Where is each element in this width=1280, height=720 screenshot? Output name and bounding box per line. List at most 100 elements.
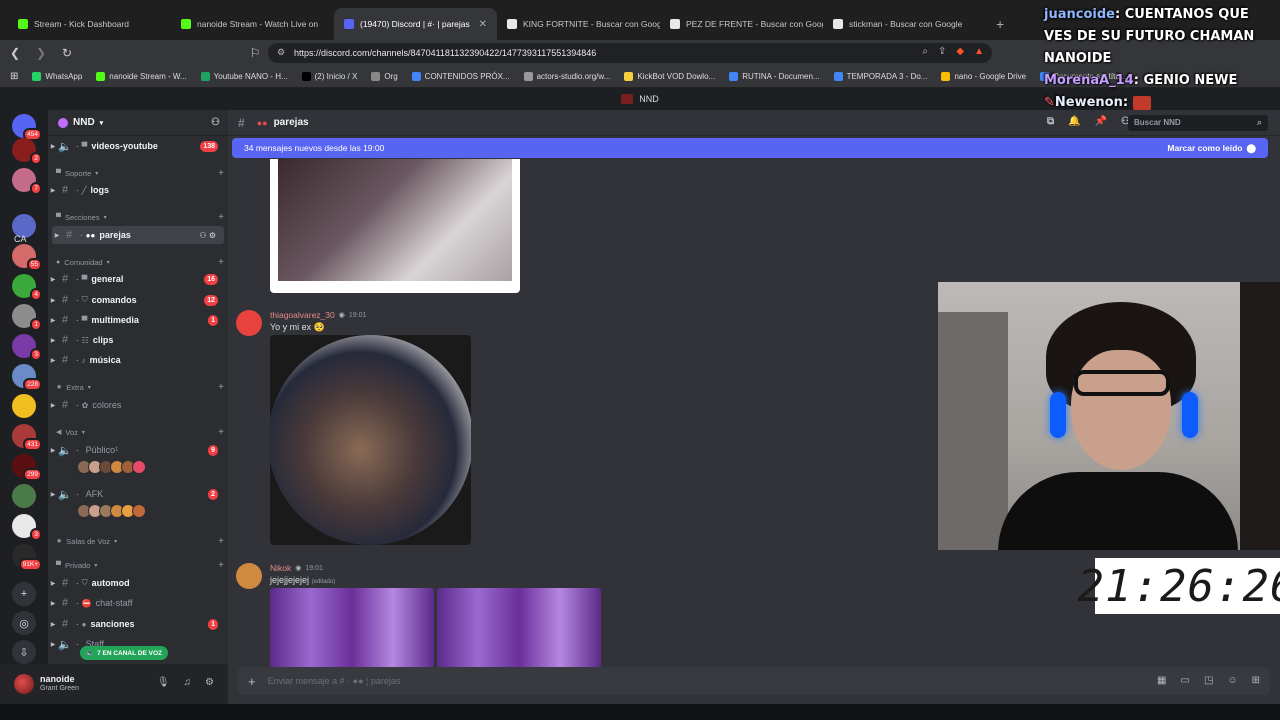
back-icon[interactable]: ❮ — [8, 46, 22, 60]
forward-icon[interactable]: ❯ — [34, 46, 48, 60]
message-image[interactable] — [270, 159, 520, 293]
server-folder-label[interactable]: CA — [14, 234, 27, 244]
server-icon[interactable]: 228 — [12, 364, 42, 391]
message-image[interactable] — [437, 588, 601, 668]
channel-item[interactable]: ▶ # · ✿ colores — [48, 396, 228, 414]
browser-tab[interactable]: nanoide Stream - Watch Live on — [171, 8, 334, 40]
server-icon[interactable]: 7 — [12, 168, 42, 195]
bell-icon[interactable]: 🔔 — [1068, 116, 1080, 127]
channel-item[interactable]: ▶ # · ⛔ chat-staff — [48, 594, 228, 612]
message-image[interactable] — [270, 588, 434, 668]
voice-count-pill[interactable]: 🔈 7 EN CANAL DE VOZ — [80, 646, 168, 660]
brave-shield-icon[interactable]: ◆ — [956, 46, 964, 57]
channel-item[interactable]: ▶ 🔈 · ▀ videos-youtube 138 — [48, 137, 228, 155]
add-server-icon[interactable]: + — [12, 582, 36, 606]
search-input[interactable]: Buscar NND ⌕ — [1128, 115, 1268, 131]
avatar[interactable] — [132, 504, 146, 518]
server-icon[interactable]: 299 — [12, 454, 42, 481]
bookmark-item[interactable]: CONTENIDOS PRÓX... — [411, 72, 510, 81]
url-field[interactable]: ⚙ https://discord.com/channels/847041181… — [268, 43, 992, 63]
server-icon[interactable] — [12, 394, 36, 418]
server-icon[interactable]: 3 — [12, 514, 42, 541]
add-channel-icon[interactable]: + — [218, 212, 224, 223]
bookmark-item[interactable]: Org — [371, 72, 398, 81]
browser-tab[interactable]: KING FORTNITE - Buscar con Google — [497, 8, 660, 40]
bookmark-item[interactable]: WhatsApp — [32, 72, 82, 81]
bookmark-icon[interactable]: ⚐ — [248, 46, 262, 60]
share-icon[interactable]: ⇪ — [938, 46, 946, 57]
bookmark-item[interactable]: nano - Google Drive — [941, 72, 1026, 81]
gear-icon[interactable]: ⚙ — [209, 231, 216, 240]
add-channel-icon[interactable]: + — [218, 427, 224, 438]
server-icon[interactable] — [12, 484, 36, 508]
add-member-icon[interactable]: ⚇ — [211, 117, 220, 128]
channel-item[interactable]: ▶ # · ● sanciones 1 — [48, 615, 228, 633]
channel-item[interactable]: ▶ # · ▀ multimedia 1 — [48, 311, 228, 329]
invite-icon[interactable]: ⚇ — [199, 231, 206, 240]
server-icon[interactable]: 2 — [12, 138, 42, 165]
browser-tab[interactable]: Stream - Kick Dashboard — [8, 8, 171, 40]
channel-category[interactable]: ★ Extra ▾ + — [56, 380, 224, 394]
sticker-icon[interactable]: ◳ — [1204, 675, 1213, 686]
add-channel-icon[interactable]: + — [218, 560, 224, 571]
channel-item[interactable]: ▶ 🔈 · AFK 2 — [48, 485, 228, 503]
channel-item[interactable]: ▶ # · ▀ general 16 — [48, 270, 228, 288]
server-icon[interactable]: 3 — [12, 334, 42, 361]
channel-category[interactable]: ★ Salas de Voz ▾ + — [56, 534, 224, 548]
channel-category[interactable]: ◀ Voz ▾ + — [56, 425, 224, 439]
add-channel-icon[interactable]: + — [218, 382, 224, 393]
bookmark-item[interactable]: RUTINA - Documen... — [729, 72, 820, 81]
channel-item[interactable]: ▶ # · ⛉ automod — [48, 574, 228, 592]
channel-category[interactable]: ▀ Privado ▾ + — [56, 558, 224, 572]
zoom-icon[interactable]: ⌕ — [922, 46, 928, 57]
server-icon[interactable]: 1 — [12, 304, 42, 331]
gif-icon[interactable]: ▭ — [1180, 675, 1189, 686]
mark-read-button[interactable]: Marcar como leído ⬤ — [1167, 143, 1256, 154]
server-icon[interactable]: 431 — [12, 424, 42, 451]
emoji-icon[interactable]: ☺ — [1227, 675, 1237, 686]
apps-icon[interactable]: ⊞ — [1252, 675, 1260, 686]
reload-icon[interactable]: ↻ — [60, 46, 74, 60]
channel-category[interactable]: ▀ Soporte ▾ + — [56, 166, 224, 180]
bookmark-item[interactable]: TEMPORADA 3 - Do... — [833, 72, 927, 81]
site-info-icon[interactable]: ⚙ — [277, 47, 285, 58]
apps-icon[interactable]: ⊞ — [10, 71, 18, 82]
channel-category[interactable]: ● Comunidad ▾ + — [56, 255, 224, 269]
bookmark-item[interactable]: Youtube NANO - H... — [200, 72, 288, 81]
gift-icon[interactable]: ▦ — [1157, 675, 1166, 686]
server-icon[interactable]: 55 — [12, 244, 42, 271]
channel-category[interactable]: ▀ Secciones ▾ + — [56, 210, 224, 224]
new-tab-button[interactable]: + — [986, 16, 1014, 40]
add-attachment-icon[interactable]: + — [248, 674, 256, 689]
server-icon[interactable]: 91K+ — [12, 544, 42, 571]
download-icon[interactable]: ⇩ — [12, 640, 36, 664]
message-author[interactable]: Nikok — [270, 563, 291, 573]
headphones-icon[interactable]: ♫ — [184, 677, 192, 688]
avatar[interactable] — [236, 563, 262, 589]
brave-rewards-icon[interactable]: ▲ — [974, 46, 984, 57]
avatar[interactable] — [236, 310, 262, 336]
add-channel-icon[interactable]: + — [218, 168, 224, 179]
server-icon[interactable]: 4 — [12, 274, 42, 301]
browser-tab[interactable]: PEZ DE FRENTE - Buscar con Google — [660, 8, 823, 40]
home-icon[interactable]: 454 — [12, 114, 42, 141]
message-image[interactable] — [270, 335, 471, 545]
channel-item[interactable]: ▶ 🔈 · Público¹ 9 — [48, 441, 228, 459]
bookmark-item[interactable]: actors-studio.org/w... — [523, 72, 610, 81]
channel-item[interactable]: ▶ # · ╱ logs — [48, 181, 228, 199]
microphone-icon[interactable]: 🎙 — [157, 677, 170, 688]
add-channel-icon[interactable]: + — [218, 536, 224, 547]
bookmark-item[interactable]: KickBot VOD Dowlo... — [624, 72, 715, 81]
channel-item[interactable]: ▶ # · ♪ música — [48, 351, 228, 369]
message-author[interactable]: thiagoalvarez_30 — [270, 310, 335, 320]
pin-icon[interactable]: 📌 — [1095, 116, 1107, 127]
bookmark-item[interactable]: (2) Inicio / X — [301, 72, 357, 81]
add-channel-icon[interactable]: + — [218, 257, 224, 268]
bookmark-item[interactable]: nanoide Stream - W... — [96, 72, 187, 81]
gear-icon[interactable]: ⚙ — [205, 677, 214, 688]
avatar[interactable] — [132, 460, 146, 474]
avatar[interactable] — [14, 674, 34, 694]
new-messages-banner[interactable]: 34 mensajes nuevos desde las 19:00 Marca… — [232, 138, 1268, 158]
channel-item[interactable]: ▶ # · ●● parejas ⚇ ⚙ — [52, 226, 224, 244]
explore-icon[interactable]: ◎ — [12, 611, 36, 635]
